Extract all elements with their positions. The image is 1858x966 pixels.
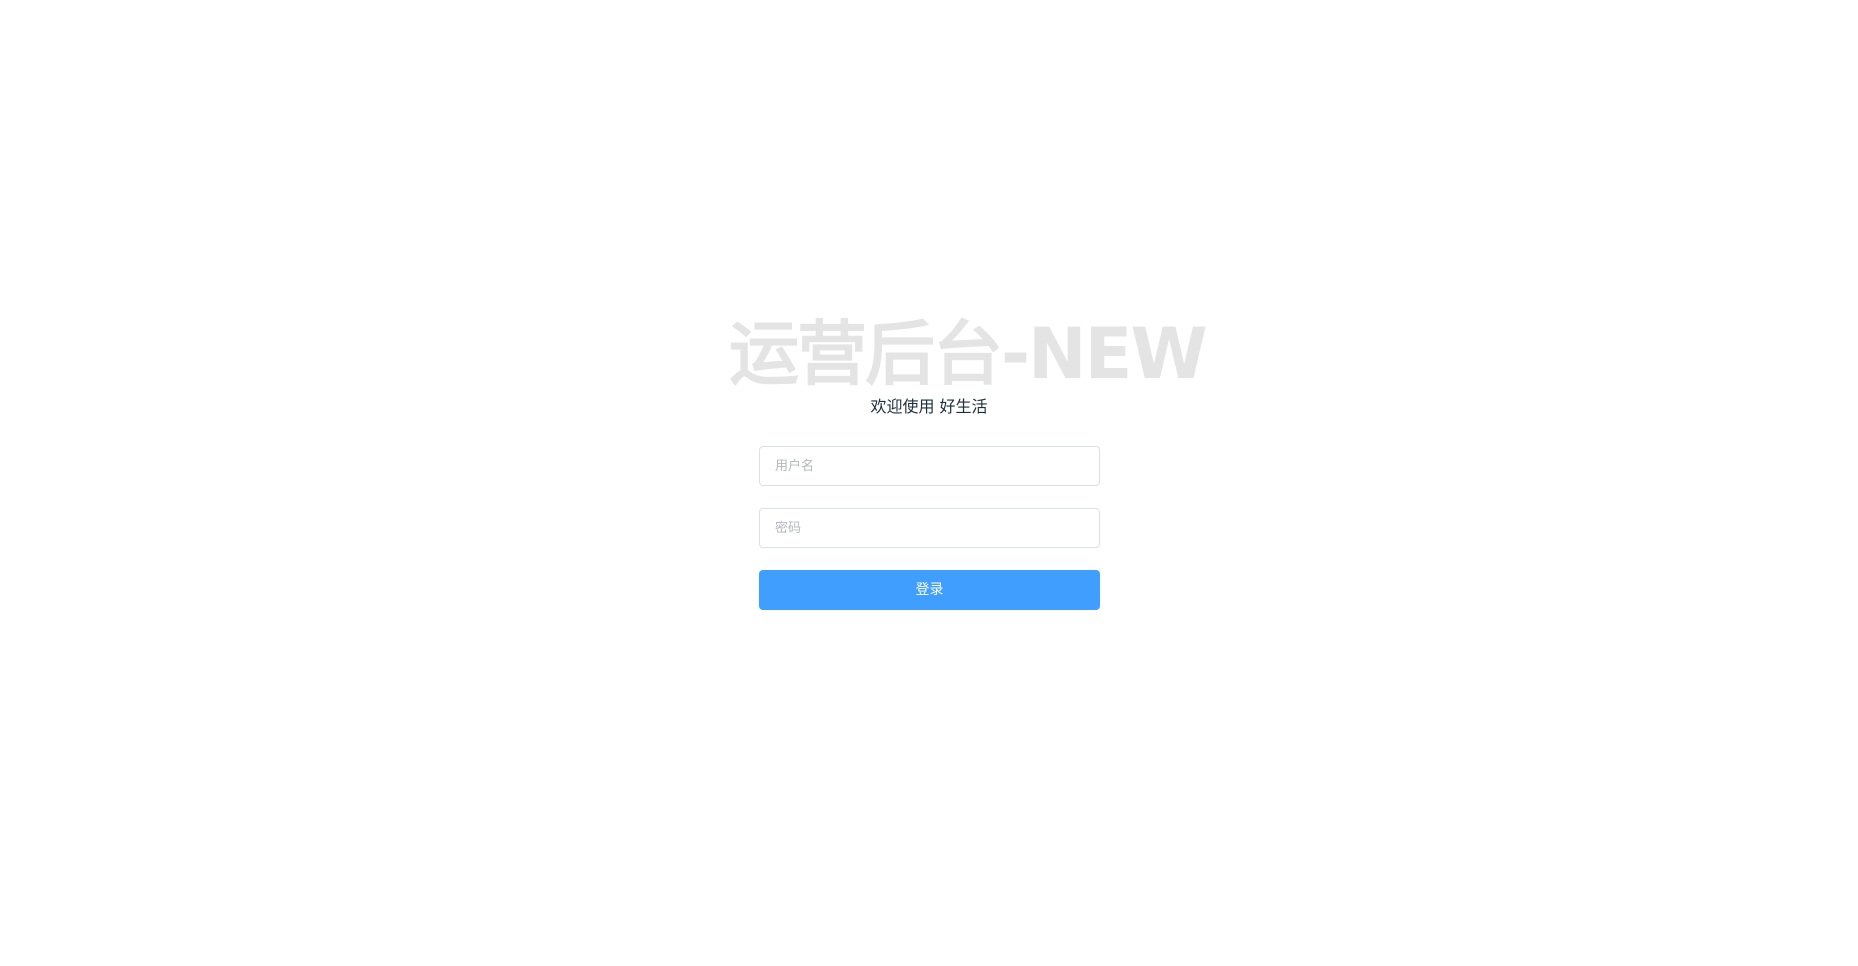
app-title: 运营后台-NEW xyxy=(729,313,1208,395)
username-field xyxy=(759,446,1100,486)
password-field xyxy=(759,508,1100,548)
password-input[interactable] xyxy=(760,509,1099,547)
username-input[interactable] xyxy=(760,447,1099,485)
welcome-text: 欢迎使用 好生活 xyxy=(870,397,988,416)
login-page: 运营后台-NEW 欢迎使用 好生活 登录 xyxy=(0,0,1858,966)
login-button[interactable]: 登录 xyxy=(759,570,1100,610)
